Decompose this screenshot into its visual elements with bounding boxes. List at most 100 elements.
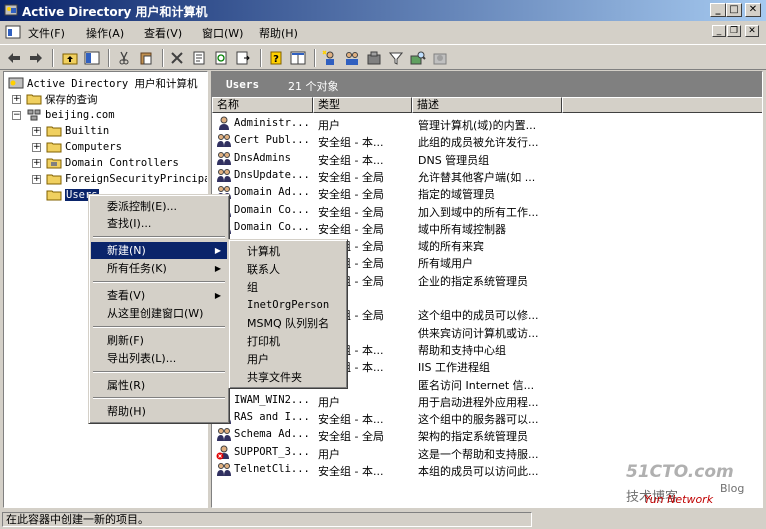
maximize-button[interactable]: □: [726, 3, 742, 17]
menu-action[interactable]: 操作(A): [86, 25, 124, 41]
help-button[interactable]: ?: [266, 48, 286, 68]
table-row[interactable]: DnsAdmins 安全组 - 本... DNS 管理员组: [212, 150, 762, 167]
cell-type: 安全组 - 全局: [318, 222, 384, 236]
table-row[interactable]: Cert Publ... 安全组 - 本... 此组的成员被允许发行...: [212, 132, 762, 150]
forward-button[interactable]: [26, 48, 46, 68]
column-name[interactable]: 名称: [212, 97, 313, 113]
expand-toggle[interactable]: +: [32, 159, 41, 168]
cut-button[interactable]: [114, 48, 134, 68]
new-group-icon: [346, 52, 358, 65]
tree-item-domain[interactable]: beijing.com: [26, 107, 115, 123]
group-icon: [217, 463, 231, 476]
cell-name: TelnetCli...: [234, 463, 310, 475]
submenu-printer[interactable]: 打印机: [231, 333, 345, 350]
table-row[interactable]: DnsUpdate... 安全组 - 全局 允许替其他客户端(如 ...: [212, 167, 762, 184]
tree-root[interactable]: Active Directory 用户和计算机: [8, 75, 197, 91]
cell-type: 安全组 - 本...: [318, 136, 384, 150]
submenu-computer[interactable]: 计算机: [231, 243, 345, 260]
table-row[interactable]: Schema Ad... 安全组 - 全局 架构的指定系统管理员: [212, 426, 762, 443]
menu-delegate-control[interactable]: 委派控制(E)...: [91, 198, 227, 215]
forward-arrow-icon: [30, 53, 42, 63]
submenu-msmq-alias[interactable]: MSMQ 队列别名: [231, 315, 345, 332]
paste-button[interactable]: [136, 48, 156, 68]
domain-icon: [27, 109, 41, 121]
table-row[interactable]: Domain Ad... 安全组 - 全局 指定的域管理员: [212, 184, 762, 201]
menu-new-window-from-here[interactable]: 从这里创建窗口(W): [91, 305, 227, 322]
tree-item-saved-queries[interactable]: 保存的查询: [26, 91, 98, 107]
tree-item-computers[interactable]: Computers: [46, 139, 122, 155]
expand-toggle[interactable]: +: [32, 175, 41, 184]
mdi-close-button[interactable]: ✕: [745, 25, 759, 37]
new-group-button[interactable]: [342, 48, 362, 68]
menu-file[interactable]: 文件(F): [28, 25, 65, 41]
menu-find[interactable]: 查找(I)...: [91, 215, 227, 232]
tree-item-builtin[interactable]: Builtin: [46, 123, 109, 139]
svg-text:?: ?: [273, 54, 279, 65]
back-arrow-icon: [8, 53, 20, 63]
tree-item-foreign-security[interactable]: ForeignSecurityPrincipal: [46, 171, 207, 187]
menu-all-tasks[interactable]: 所有任务(K) ▶: [91, 260, 227, 277]
submenu-group[interactable]: 组: [231, 279, 345, 296]
submenu-user[interactable]: 用户: [231, 351, 345, 368]
folder-icon: [26, 94, 42, 105]
scissors-icon: [119, 51, 129, 65]
menu-help[interactable]: 帮助(H): [91, 403, 227, 420]
submenu-inetorgperson[interactable]: InetOrgPerson: [231, 297, 345, 314]
show-hide-scope-button[interactable]: [288, 48, 308, 68]
cell-description: 这个组中的服务器可以...: [418, 413, 539, 427]
disabled-user-icon: [216, 445, 229, 460]
new-ou-button[interactable]: [364, 48, 384, 68]
back-button[interactable]: [4, 48, 24, 68]
menu-properties[interactable]: 属性(R): [91, 377, 227, 394]
menu-help[interactable]: 帮助(H): [259, 25, 298, 41]
filter-button[interactable]: [386, 48, 406, 68]
collapse-toggle[interactable]: −: [12, 111, 21, 120]
menu-refresh[interactable]: 刷新(F): [91, 332, 227, 349]
menu-window[interactable]: 窗口(W): [202, 25, 243, 41]
add-to-group-button[interactable]: [430, 48, 450, 68]
group-icon: [217, 428, 231, 442]
close-button[interactable]: ✕: [745, 3, 761, 17]
minimize-button[interactable]: _: [710, 3, 726, 17]
group-icon: [217, 134, 231, 148]
expand-toggle[interactable]: +: [12, 95, 21, 104]
table-row[interactable]: Administr... 用户 管理计算机(域)的内置...: [212, 115, 762, 132]
mdi-restore-button[interactable]: ❐: [727, 25, 741, 37]
ad-users-computers-icon: [8, 77, 24, 89]
column-type[interactable]: 类型: [313, 97, 412, 113]
active-directory-icon: [4, 4, 18, 16]
refresh-button[interactable]: [211, 48, 231, 68]
table-row[interactable]: Domain Co... 安全组 - 全局 域中所有域控制器: [212, 219, 762, 236]
menu-view[interactable]: 查看(V) ▶: [91, 287, 227, 304]
column-description[interactable]: 描述: [412, 97, 562, 113]
table-row[interactable]: IWAM_WIN2... 用户 用于启动进程外应用程...: [212, 392, 762, 409]
cell-description: 企业的指定系统管理员: [418, 274, 528, 288]
submenu-contact[interactable]: 联系人: [231, 261, 345, 278]
toolbar-separator: [52, 49, 54, 67]
mdi-minimize-button[interactable]: _: [712, 25, 726, 37]
find-button[interactable]: [408, 48, 428, 68]
properties-button[interactable]: [189, 48, 209, 68]
menu-export-list[interactable]: 导出列表(L)...: [91, 350, 227, 367]
toolbar: ?: [0, 44, 766, 70]
new-user-button[interactable]: [320, 48, 340, 68]
show-hide-tree-button[interactable]: [82, 48, 102, 68]
tree-item-domain-controllers[interactable]: Domain Controllers: [46, 155, 179, 171]
cell-type: 用户: [318, 447, 340, 461]
menu-view[interactable]: 查看(V): [144, 25, 182, 41]
delete-button[interactable]: [167, 48, 187, 68]
mmc-icon: [5, 25, 21, 39]
submenu-arrow-icon: ▶: [214, 291, 221, 300]
expand-toggle[interactable]: +: [32, 143, 41, 152]
up-level-button[interactable]: [60, 48, 80, 68]
cell-description: 匿名访问 Internet 信...: [418, 378, 535, 392]
table-row[interactable]: Domain Co... 安全组 - 全局 加入到域中的所有工作...: [212, 202, 762, 219]
submenu-shared-folder[interactable]: 共享文件夹: [231, 369, 345, 386]
cell-name: DnsUpdate...: [234, 168, 310, 181]
title-bar[interactable]: Active Directory 用户和计算机 _ □ ✕: [0, 0, 766, 21]
expand-toggle[interactable]: +: [32, 127, 41, 136]
table-row[interactable]: SUPPORT_3... 用户 这是一个帮助和支持服...: [212, 444, 762, 461]
menu-new[interactable]: 新建(N) ▶: [91, 242, 227, 259]
table-row[interactable]: RAS and I... 安全组 - 本... 这个组中的服务器可以...: [212, 409, 762, 427]
export-list-button[interactable]: [233, 48, 253, 68]
